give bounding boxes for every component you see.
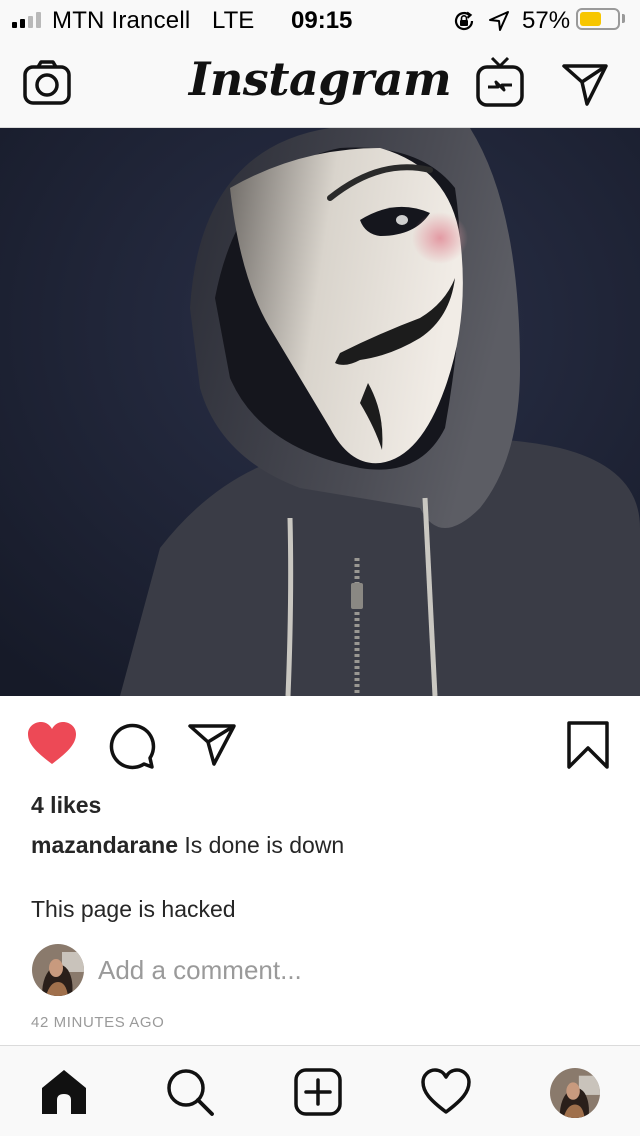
like-button[interactable] <box>26 720 78 768</box>
location-icon <box>488 10 510 37</box>
direct-message-icon <box>562 64 608 106</box>
carrier-name: MTN Irancell <box>52 7 191 34</box>
comment-input[interactable] <box>98 952 518 988</box>
network-type: LTE <box>212 7 255 34</box>
share-button[interactable] <box>186 720 238 768</box>
share-icon <box>188 724 236 766</box>
caption-username[interactable]: mazandarane <box>31 832 178 858</box>
comment-button[interactable] <box>106 720 158 770</box>
caption-text: Is done is down <box>178 832 345 858</box>
post-caption: mazandarane Is done is down <box>31 832 344 859</box>
bottom-tab-bar <box>0 1045 640 1136</box>
battery-percent: 57% <box>522 7 571 34</box>
tab-activity[interactable] <box>420 1066 472 1118</box>
battery-level <box>580 12 601 26</box>
save-button[interactable] <box>566 720 610 770</box>
comment-icon <box>109 723 156 770</box>
battery-tip <box>622 14 625 23</box>
bookmark-icon <box>567 721 609 769</box>
profile-avatar[interactable] <box>550 1068 600 1118</box>
like-count[interactable]: 4 likes <box>31 792 101 819</box>
activity-icon <box>421 1068 471 1114</box>
tab-home[interactable] <box>38 1066 90 1118</box>
tab-new-post[interactable] <box>292 1066 344 1118</box>
signal-icon <box>12 12 41 28</box>
battery-icon <box>576 8 620 30</box>
post-caption-line-2: This page is hacked <box>31 896 236 922</box>
status-clock: 09:15 <box>291 7 353 34</box>
post-timestamp: 42 MINUTES AGO <box>31 1014 165 1031</box>
home-icon <box>42 1070 86 1114</box>
tab-search[interactable] <box>164 1066 216 1118</box>
igtv-button[interactable] <box>474 54 526 110</box>
app-header: Instagram <box>0 40 640 128</box>
masked-hooded-figure-photo <box>0 128 640 696</box>
add-comment-row <box>32 944 612 996</box>
igtv-icon <box>476 56 524 107</box>
heart-icon <box>28 722 76 764</box>
direct-message-button[interactable] <box>560 60 610 108</box>
instagram-logo: Instagram <box>188 52 452 106</box>
post-image[interactable] <box>0 128 640 696</box>
new-post-icon <box>294 1068 342 1116</box>
avatar <box>32 944 84 996</box>
status-bar: MTN Irancell LTE 09:15 57% <box>0 0 640 40</box>
search-icon <box>167 1069 214 1116</box>
orientation-lock-icon <box>452 9 476 38</box>
